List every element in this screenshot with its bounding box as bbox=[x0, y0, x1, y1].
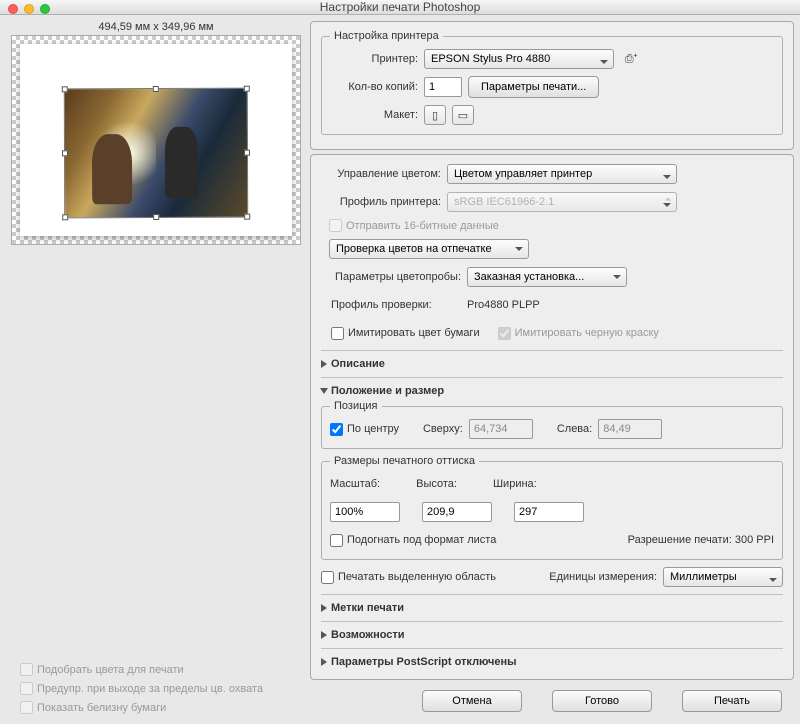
units-select[interactable]: Миллиметры bbox=[663, 567, 783, 587]
image-bounds[interactable] bbox=[64, 88, 248, 219]
print-preview-canvas[interactable] bbox=[11, 35, 301, 245]
settings-panel: Управление цветом: Цветом управляет прин… bbox=[310, 154, 794, 680]
disclosure-triangle-icon bbox=[320, 388, 328, 394]
match-print-colors-checkbox[interactable]: Подобрать цвета для печати bbox=[20, 663, 298, 676]
resize-handle[interactable] bbox=[244, 150, 250, 156]
units-label: Единицы измерения: bbox=[549, 571, 657, 583]
top-input bbox=[469, 419, 533, 439]
image-preview bbox=[65, 89, 247, 218]
print-button[interactable]: Печать bbox=[682, 690, 782, 712]
color-management-label: Управление цветом: bbox=[321, 168, 441, 180]
printer-settings-icon[interactable]: ⎙⁺ bbox=[620, 49, 642, 69]
scale-input[interactable] bbox=[330, 502, 400, 522]
print-parameters-button[interactable]: Параметры печати... bbox=[468, 76, 599, 98]
top-label: Сверху: bbox=[423, 423, 463, 435]
printer-setup-legend: Настройка принтера bbox=[330, 30, 443, 42]
functions-section[interactable]: Возможности bbox=[321, 626, 783, 644]
layout-label: Макет: bbox=[330, 109, 418, 121]
layout-portrait-icon[interactable]: ▯ bbox=[424, 105, 446, 125]
center-checkbox[interactable]: По центру bbox=[330, 423, 399, 436]
print-size-legend: Размеры печатного оттиска bbox=[330, 455, 479, 467]
layout-landscape-icon[interactable]: ▭ bbox=[452, 105, 474, 125]
canvas-dimensions: 494,59 мм x 349,96 мм bbox=[6, 21, 306, 33]
disclosure-triangle-icon bbox=[321, 631, 327, 639]
resize-handle[interactable] bbox=[62, 214, 68, 220]
window-controls bbox=[8, 4, 50, 14]
proof-params-select[interactable]: Заказная установка... bbox=[467, 267, 627, 287]
height-input[interactable] bbox=[422, 502, 492, 522]
softproof-select[interactable]: Проверка цветов на отпечатке bbox=[329, 239, 529, 259]
minimize-window-icon[interactable] bbox=[24, 4, 34, 14]
print-marks-section[interactable]: Метки печати bbox=[321, 599, 783, 617]
done-button[interactable]: Готово bbox=[552, 690, 652, 712]
fit-media-checkbox[interactable]: Подогнать под формат листа bbox=[330, 534, 496, 547]
print-settings-window: Настройки печати Photoshop 494,59 мм x 3… bbox=[0, 0, 800, 668]
simulate-paper-checkbox[interactable]: Имитировать цвет бумаги bbox=[331, 327, 480, 340]
resize-handle[interactable] bbox=[153, 86, 159, 92]
resize-handle[interactable] bbox=[153, 214, 159, 220]
postscript-section[interactable]: Параметры PostScript отключены bbox=[321, 653, 783, 671]
send-16bit-checkbox: Отправить 16-битные данные bbox=[329, 219, 783, 232]
simulate-ink-checkbox: Имитировать черную краску bbox=[498, 327, 659, 340]
scale-label: Масштаб: bbox=[330, 478, 380, 490]
copies-input[interactable] bbox=[424, 77, 462, 97]
show-paper-white-checkbox[interactable]: Показать белизну бумаги bbox=[20, 701, 298, 714]
width-input[interactable] bbox=[514, 502, 584, 522]
cancel-button[interactable]: Отмена bbox=[422, 690, 522, 712]
titlebar: Настройки печати Photoshop bbox=[0, 0, 800, 15]
left-label: Слева: bbox=[557, 423, 592, 435]
position-legend: Позиция bbox=[330, 400, 382, 412]
position-size-section[interactable]: Положение и размер bbox=[321, 382, 783, 400]
proof-profile-label: Профиль проверки: bbox=[321, 299, 461, 311]
window-title: Настройки печати Photoshop bbox=[320, 0, 481, 14]
height-label: Высота: bbox=[416, 478, 457, 490]
paper-preview bbox=[20, 44, 292, 236]
disclosure-triangle-icon bbox=[321, 360, 327, 368]
printer-select[interactable]: EPSON Stylus Pro 4880 bbox=[424, 49, 614, 69]
resize-handle[interactable] bbox=[62, 150, 68, 156]
dialog-buttons: Отмена Готово Печать bbox=[310, 684, 794, 718]
resize-handle[interactable] bbox=[244, 214, 250, 220]
left-input bbox=[598, 419, 662, 439]
print-resolution-label: Разрешение печати: 300 PPI bbox=[628, 534, 774, 546]
proof-params-label: Параметры цветопробы: bbox=[321, 271, 461, 283]
width-label: Ширина: bbox=[493, 478, 537, 490]
color-management-select[interactable]: Цветом управляет принтер bbox=[447, 164, 677, 184]
printer-profile-label: Профиль принтера: bbox=[321, 196, 441, 208]
disclosure-triangle-icon bbox=[321, 604, 327, 612]
resize-handle[interactable] bbox=[244, 86, 250, 92]
printer-setup-panel: Настройка принтера Принтер: EPSON Stylus… bbox=[310, 21, 794, 150]
printer-label: Принтер: bbox=[330, 53, 418, 65]
gamut-warning-checkbox[interactable]: Предупр. при выходе за пределы цв. охват… bbox=[20, 682, 298, 695]
copies-label: Кол-во копий: bbox=[330, 81, 418, 93]
proof-profile-value: Pro4880 PLPP bbox=[467, 299, 540, 311]
printer-profile-select: sRGB IEC61966-2.1 bbox=[447, 192, 677, 212]
print-selected-checkbox[interactable]: Печатать выделенную область bbox=[321, 571, 496, 584]
description-section[interactable]: Описание bbox=[321, 355, 783, 373]
zoom-window-icon[interactable] bbox=[40, 4, 50, 14]
resize-handle[interactable] bbox=[62, 86, 68, 92]
disclosure-triangle-icon bbox=[321, 658, 327, 666]
close-window-icon[interactable] bbox=[8, 4, 18, 14]
